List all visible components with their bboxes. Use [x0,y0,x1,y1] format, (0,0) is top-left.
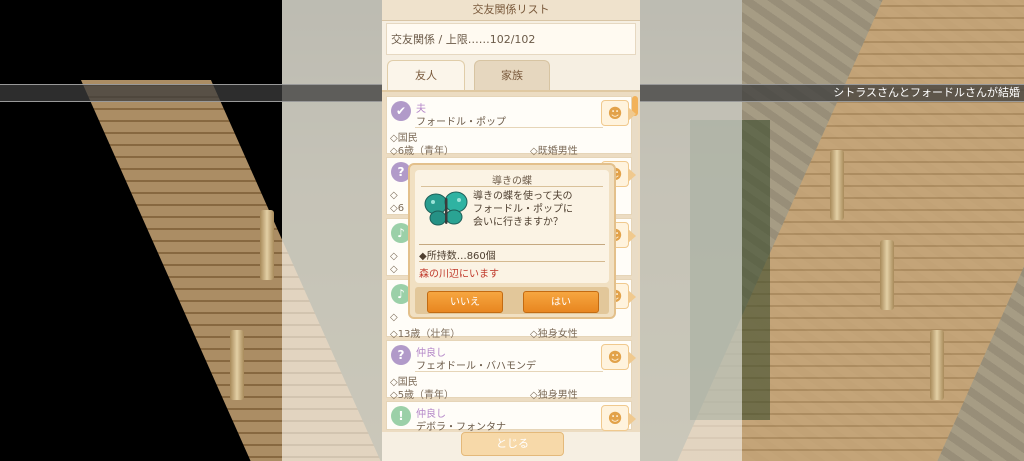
person-status: ◇独身女性 [530,329,578,340]
person-age: ◇13歳（壮年） [390,329,461,340]
person-age: ◇ [390,264,398,275]
divider [415,127,603,128]
person-age: ◇6歳（青年） [390,146,455,157]
list-item[interactable]: ! 仲良し デボラ・フォンタナ ☻ [386,401,636,433]
list-item[interactable]: ✔ 夫 フォードル・ポップ ◇国民 ◇6歳（青年） ◇既婚男性 ☻ [386,96,636,157]
close-button[interactable]: とじる [461,432,564,456]
person-walk-icon[interactable]: ☻ [601,344,636,370]
divider [415,371,603,372]
question-icon: ? [391,345,411,365]
yes-button[interactable]: はい [523,291,599,313]
relation-check-icon: ✔ [391,101,411,121]
pillar [880,240,894,310]
list-scrollbar[interactable] [632,96,638,426]
ticker-text: シトラスさんとフォードルさんが結婚 [833,86,1020,99]
pillar [230,330,244,400]
person-status: ◇既婚男性 [530,146,578,157]
person-age: ◇5歳（青年） [390,390,455,401]
person-role: ◇ [390,312,398,323]
location-text: 森の川辺にいます [419,269,499,280]
no-button[interactable]: いいえ [427,291,503,313]
divider [419,261,605,262]
tab-friends[interactable]: 友人 [387,60,465,90]
dialog-title: 導きの蝶 [492,176,532,187]
person-role: ◇ [390,251,398,262]
divider [419,244,605,245]
person-name: デボラ・フォンタナ [416,422,506,433]
divider [421,186,603,187]
exclamation-icon: ! [391,406,411,426]
dialog-footer: いいえ はい [415,287,609,314]
person-age: ◇6 [390,203,405,214]
pillar [830,150,844,220]
person-role: ◇ [390,190,398,201]
list-item[interactable]: ? 仲良し フェオドール・バハモンデ ◇国民 ◇5歳（青年） ◇独身男性 ☻ [386,340,636,401]
item-count: ◆所持数…860個 [419,251,496,262]
dialog-message-line: フォードル・ポップに [473,204,573,215]
butterfly-icon [424,191,468,226]
dialog-body: 導きの蝶 導きの蝶を使って夫の フォードル・ポップに 会いに行きますか？ ◆所持… [415,170,609,283]
dialog-message-line: 会いに行きますか？ [473,217,563,228]
guiding-butterfly-dialog: 導きの蝶 導きの蝶を使って夫の フォードル・ポップに 会いに行きますか？ ◆所持… [408,163,616,319]
pillar [260,210,274,280]
person-name: フェオドール・バハモンデ [416,361,536,372]
dialog-message: 導きの蝶を使って夫の フォードル・ポップに 会いに行きますか？ [473,190,607,229]
pillar [930,330,944,400]
person-status: ◇独身男性 [530,390,578,401]
panel-title: 交友関係リスト [382,0,640,21]
person-name: フォードル・ポップ [416,117,506,128]
relationship-limit: 交友関係 / 上限……102/102 [386,23,636,55]
person-walk-icon[interactable]: ☻ [601,100,636,126]
person-walk-icon[interactable]: ☻ [601,405,636,431]
tab-family[interactable]: 家族 [474,60,550,90]
dialog-message-line: 導きの蝶を使って夫の [473,191,573,202]
